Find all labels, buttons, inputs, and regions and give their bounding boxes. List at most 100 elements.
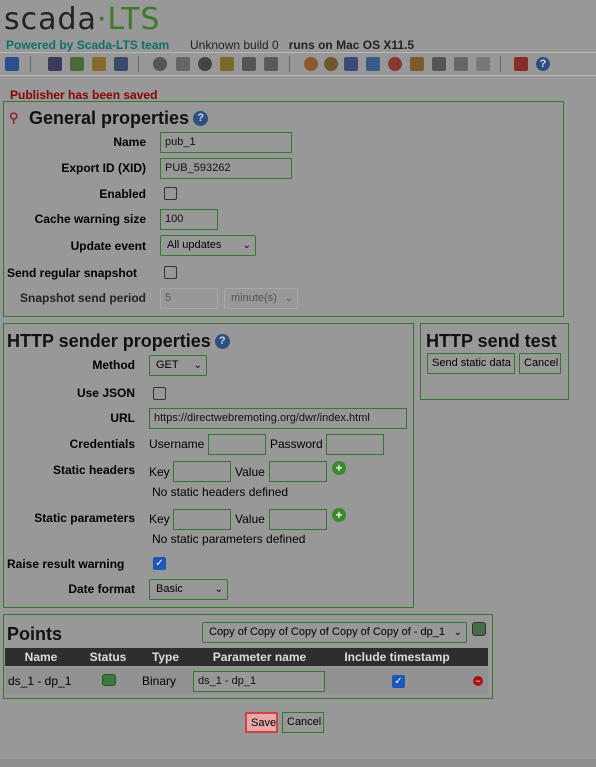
database-icon[interactable] (176, 57, 190, 71)
add-point-icon[interactable] (472, 622, 486, 636)
cache-warning-label: Cache warning size (34, 212, 146, 226)
logout-icon[interactable] (514, 57, 528, 71)
use-json-checkbox[interactable] (153, 387, 166, 400)
chevron-down-icon: ⌄ (193, 360, 202, 371)
add-header-icon[interactable]: + (332, 461, 346, 475)
point-links-icon[interactable] (242, 57, 256, 71)
users-icon[interactable] (304, 57, 318, 71)
raise-result-warning-label: Raise result warning (7, 557, 125, 571)
events-icon[interactable] (114, 57, 128, 71)
chevron-down-icon: ⌄ (242, 240, 251, 251)
cancel-button[interactable]: Cancel (282, 712, 324, 733)
username-input[interactable] (208, 434, 266, 455)
compound-events-icon[interactable] (220, 57, 234, 71)
header-value-input[interactable] (269, 461, 327, 482)
sql-icon[interactable] (454, 57, 468, 71)
header-key-input[interactable] (173, 461, 231, 482)
date-format-select[interactable]: Basic ⌄ (149, 579, 228, 600)
reports-icon[interactable] (476, 57, 490, 71)
header-value-label: Value (235, 465, 265, 479)
column-header-parameter-name: Parameter name (212, 650, 307, 664)
enabled-label: Enabled (99, 187, 146, 201)
delete-point-icon[interactable]: − (473, 676, 483, 686)
chevron-down-icon: ⌄ (214, 584, 223, 595)
cache-warning-input[interactable]: 100 (160, 209, 218, 230)
column-header-status: Status (89, 650, 127, 664)
username-label: Username (149, 437, 205, 451)
static-parameters-label: Static parameters (34, 511, 135, 525)
no-parameters-text: No static parameters defined (152, 532, 306, 546)
maintenance-icon[interactable] (410, 57, 424, 71)
column-header-include-timestamp: Include timestamp (344, 650, 450, 664)
url-label: URL (110, 411, 135, 425)
toolbar-separator (500, 56, 501, 72)
send-static-data-button[interactable]: Send static data (427, 353, 515, 374)
method-label: Method (92, 358, 135, 372)
header-key-label: Key (149, 465, 170, 479)
publisher-antenna-icon: ⚲ (9, 110, 19, 125)
point-name: ds_1 - dp_1 (8, 674, 72, 688)
runs-on-text: runs on Mac OS X11.5 (288, 38, 415, 52)
help-icon[interactable]: ? (536, 57, 550, 71)
add-parameter-icon[interactable]: + (332, 508, 346, 522)
watchlist-icon[interactable] (5, 57, 19, 71)
points-select[interactable]: Copy of Copy of Copy of Copy of Copy of … (202, 622, 467, 643)
include-timestamp-checkbox[interactable]: ✓ (392, 675, 405, 688)
screens-icon[interactable] (70, 57, 84, 71)
powered-by-text: Powered by Scada-LTS team (6, 38, 170, 52)
name-input[interactable]: pub_1 (160, 132, 292, 153)
snapshot-period-input[interactable]: 5 (160, 288, 218, 309)
method-select[interactable]: GET ⌄ (149, 355, 207, 376)
send-test-cancel-button[interactable]: Cancel (519, 353, 561, 374)
no-headers-text: No static headers defined (152, 485, 289, 499)
table-row: ds_1 - dp_1 Binary ds_1 - dp_1 ✓ − (5, 668, 488, 694)
save-button[interactable]: Save (245, 712, 278, 733)
send-snapshot-label: Send regular snapshot (7, 266, 138, 280)
comments-icon[interactable] (92, 57, 106, 71)
emport-icon[interactable] (432, 57, 446, 71)
general-help-icon[interactable]: ? (193, 111, 209, 126)
enabled-checkbox[interactable] (164, 187, 177, 200)
bottom-strip (0, 759, 596, 767)
password-input[interactable] (326, 434, 384, 455)
url-input[interactable]: https://directwebremoting.org/dwr/index.… (149, 408, 407, 429)
snapshot-period-unit-select[interactable]: minute(s) ⌄ (224, 288, 298, 309)
datasources-icon[interactable] (153, 57, 167, 71)
use-json-label: Use JSON (76, 386, 135, 400)
scheduled-events-icon[interactable] (198, 57, 212, 71)
xid-input[interactable]: PUB_593262 (160, 158, 292, 179)
param-value-input[interactable] (269, 509, 327, 530)
param-value-label: Value (235, 512, 265, 526)
publishers-icon[interactable] (366, 57, 380, 71)
points-title: Points (7, 624, 63, 644)
main-toolbar: ? (0, 52, 596, 76)
xid-label: Export ID (XID) (61, 161, 146, 175)
send-snapshot-checkbox[interactable] (164, 266, 177, 279)
raise-result-warning-checkbox[interactable]: ✓ (153, 557, 166, 570)
graphics-icon[interactable] (48, 57, 62, 71)
general-properties-title: General properties? (29, 108, 209, 129)
credentials-label: Credentials (69, 437, 135, 451)
points-table-header: Name Status Type Parameter name Include … (5, 648, 488, 666)
system-settings-icon[interactable] (388, 57, 402, 71)
param-key-label: Key (149, 512, 170, 526)
password-label: Password (270, 437, 323, 451)
scripts-icon[interactable] (264, 57, 278, 71)
toolbar-separator (138, 56, 139, 72)
update-event-select[interactable]: All updates ⌄ (160, 235, 256, 256)
scada-lts-logo: scada·LTS (4, 2, 161, 37)
param-key-input[interactable] (173, 509, 231, 530)
toolbar-separator (30, 56, 31, 72)
build-info: Unknown build 0 runs on Mac OS X11.5 (190, 38, 414, 52)
toolbar-separator (289, 56, 290, 72)
column-header-type: Type (151, 650, 180, 664)
chevron-down-icon: ⌄ (453, 627, 462, 638)
parameter-name-input[interactable]: ds_1 - dp_1 (193, 671, 325, 692)
user-profiles-icon[interactable] (324, 57, 338, 71)
mailing-lists-icon[interactable] (344, 57, 358, 71)
http-sender-help-icon[interactable]: ? (214, 334, 230, 349)
point-status-icon (102, 674, 116, 686)
snapshot-period-label: Snapshot send period (19, 291, 146, 305)
date-format-label: Date format (68, 582, 135, 596)
chevron-down-icon: ⌄ (284, 293, 293, 304)
